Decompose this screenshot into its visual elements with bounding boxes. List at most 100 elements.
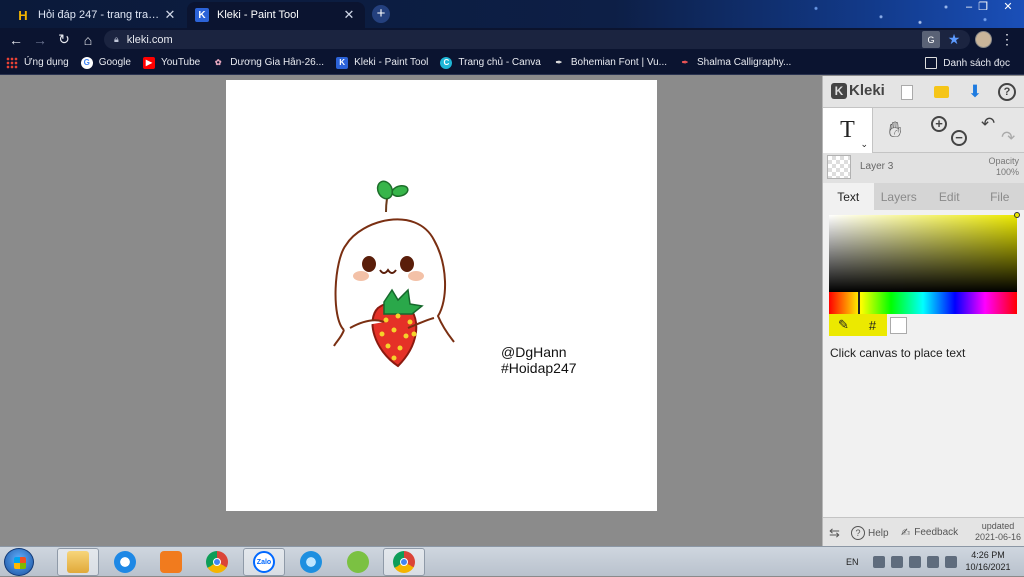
folder-icon <box>934 86 949 98</box>
start-button[interactable] <box>4 548 34 576</box>
profile-avatar[interactable] <box>975 31 992 48</box>
taskbar-chrome-profile[interactable] <box>383 548 425 576</box>
zoom-in-icon[interactable]: + <box>931 116 947 132</box>
hue-slider[interactable] <box>829 292 1017 314</box>
text-tool-icon: T <box>840 117 855 144</box>
tool-row: T ⌄ ✋︎ + − ↶ ↷ <box>823 108 1024 153</box>
taskbar-zalo[interactable]: Zalo <box>243 548 285 576</box>
eyedropper-icon[interactable]: ✎ <box>829 314 858 336</box>
help-link[interactable]: ? Help <box>851 526 889 540</box>
bookmark-canva[interactable]: C Trang chủ - Canva <box>434 51 546 75</box>
tab-hoidap247[interactable]: H Hỏi đáp 247 - trang tra loi ✕ <box>8 2 186 28</box>
url-text: kleki.com <box>127 34 173 46</box>
kebab-menu-icon[interactable]: ⋮ <box>1000 31 1014 48</box>
download-button[interactable]: ⬇ <box>963 81 987 103</box>
secondary-color-swatch[interactable] <box>890 317 907 334</box>
kleki-icon: K <box>336 57 348 69</box>
feedback-link[interactable]: ✍︎ Feedback <box>901 526 958 539</box>
kleki-logo-icon: K <box>831 83 847 99</box>
update-info[interactable]: updated 2021-06-16 <box>975 521 1021 543</box>
taskbar-file-explorer[interactable] <box>57 548 99 576</box>
redo-icon[interactable]: ↷ <box>1001 128 1015 148</box>
bookmark-duong-gia-han[interactable]: ✿ Dương Gia Hân-26... <box>206 51 330 75</box>
chevron-down-icon[interactable]: ⌄ <box>860 140 868 150</box>
help-button[interactable]: ? <box>995 81 1019 103</box>
address-bar[interactable]: 🔒︎ kleki.com <box>104 30 970 49</box>
tab-text[interactable]: Text <box>823 183 874 210</box>
taskbar-internet-explorer[interactable] <box>104 548 146 576</box>
chrome-icon <box>206 551 228 573</box>
taskbar-app[interactable] <box>337 548 379 576</box>
text-tool-button[interactable]: T ⌄ <box>823 108 873 153</box>
home-icon[interactable]: ⌂ <box>76 28 100 51</box>
coccoc-tray-icon[interactable] <box>891 556 903 568</box>
panel-footer: ⇆ ? Help ✍︎ Feedback updated 2021-06-16 <box>823 517 1024 546</box>
updated-label: updated <box>975 521 1021 532</box>
bookmark-bohemian-font[interactable]: ✒ Bohemian Font | Vu... <box>547 51 673 75</box>
kleki-logo[interactable]: K Kleki <box>831 82 885 99</box>
placed-text[interactable]: @DgHann #Hoidap247 <box>501 344 577 376</box>
new-image-button[interactable] <box>895 81 919 103</box>
bookmark-shalma-calligraphy[interactable]: ✒ Shalma Calligraphy... <box>673 51 797 75</box>
youtube-icon: ▶ <box>143 57 155 69</box>
taskbar-clock[interactable]: 4:26 PM 10/16/2021 <box>960 549 1016 573</box>
bookmark-star-icon[interactable]: ★ <box>946 31 962 48</box>
primary-color-swatch[interactable]: ✎ # <box>829 314 887 336</box>
color-cursor[interactable] <box>1014 212 1020 218</box>
bookmark-site-icon: ✿ <box>212 57 224 69</box>
tab-layers[interactable]: Layers <box>874 183 925 210</box>
undo-icon[interactable]: ↶ <box>981 114 995 134</box>
bookmark-kleki[interactable]: K Kleki - Paint Tool <box>330 51 434 75</box>
language-indicator[interactable]: EN <box>846 557 859 567</box>
canvas-workspace[interactable]: @DgHann #Hoidap247 <box>0 76 822 546</box>
tab-edit[interactable]: Edit <box>924 183 975 210</box>
saturation-value-picker[interactable] <box>829 215 1017 292</box>
bookmark-youtube[interactable]: ▶ YouTube <box>137 51 206 75</box>
drawing-canvas[interactable]: @DgHann #Hoidap247 <box>226 80 657 511</box>
text-tool-settings: ✎ # Click canvas to place text <box>823 210 1024 546</box>
tab-close-icon[interactable]: ✕ <box>341 7 357 23</box>
forward-arrow-icon[interactable]: → <box>28 28 52 51</box>
panel-header: K Kleki ⬇ ? <box>823 76 1024 108</box>
layer-preview-row[interactable]: Layer 3 Opacity 100% <box>823 153 1024 183</box>
font-site-icon: ✒ <box>679 57 691 69</box>
taskbar-media-player[interactable] <box>150 548 192 576</box>
windows-taskbar: Zalo EN 4:26 PM 10/16/2021 <box>0 546 1024 576</box>
tab-file[interactable]: File <box>975 183 1024 210</box>
hand-tool-button[interactable]: ✋︎ <box>881 116 909 144</box>
hoidap-favicon-icon: H <box>16 8 30 22</box>
volume-icon[interactable] <box>945 556 957 568</box>
flag-tray-icon[interactable] <box>909 556 921 568</box>
tray-expand-icon[interactable] <box>873 556 885 568</box>
reading-list-button[interactable]: Danh sách đọc <box>919 51 1016 75</box>
tab-title: Kleki - Paint Tool <box>217 9 341 21</box>
taskbar-coccoc[interactable] <box>290 548 332 576</box>
question-icon: ? <box>998 83 1016 101</box>
network-icon[interactable] <box>927 556 939 568</box>
layer-thumbnail <box>827 155 851 179</box>
translate-icon[interactable]: G <box>922 31 940 48</box>
save-button[interactable] <box>929 81 953 103</box>
reload-icon[interactable]: ↻ <box>52 28 76 51</box>
lock-icon: 🔒︎ <box>114 34 119 45</box>
bookmark-google[interactable]: G Google <box>75 51 137 75</box>
new-page-icon <box>901 85 913 100</box>
zoom-out-icon[interactable]: − <box>951 130 967 146</box>
bookmark-apps[interactable]: Ứng dụng <box>0 51 75 75</box>
hand-icon: ✋︎ <box>889 117 902 142</box>
reading-list-icon <box>925 57 937 69</box>
tab-close-icon[interactable]: ✕ <box>162 7 178 23</box>
bookmarks-bar: Ứng dụng G Google ▶ YouTube ✿ Dương Gia … <box>0 51 1024 75</box>
new-tab-button[interactable]: + <box>372 5 390 23</box>
hue-slider-handle[interactable] <box>858 292 860 314</box>
back-arrow-icon[interactable]: ← <box>4 28 28 51</box>
hex-input-button[interactable]: # <box>858 314 887 336</box>
placed-text-line: #Hoidap247 <box>501 360 577 376</box>
tab-kleki[interactable]: K Kleki - Paint Tool ✕ <box>187 2 365 28</box>
font-site-icon: ✒ <box>553 57 565 69</box>
window-close-icon[interactable]: ✕ <box>992 0 1024 16</box>
swap-sides-icon[interactable]: ⇆ <box>829 525 840 541</box>
taskbar-chrome[interactable] <box>196 548 238 576</box>
browser-tab-strip: H Hỏi đáp 247 - trang tra loi ✕ K Kleki … <box>0 0 1024 28</box>
bookmark-label: Trang chủ - Canva <box>458 57 540 68</box>
